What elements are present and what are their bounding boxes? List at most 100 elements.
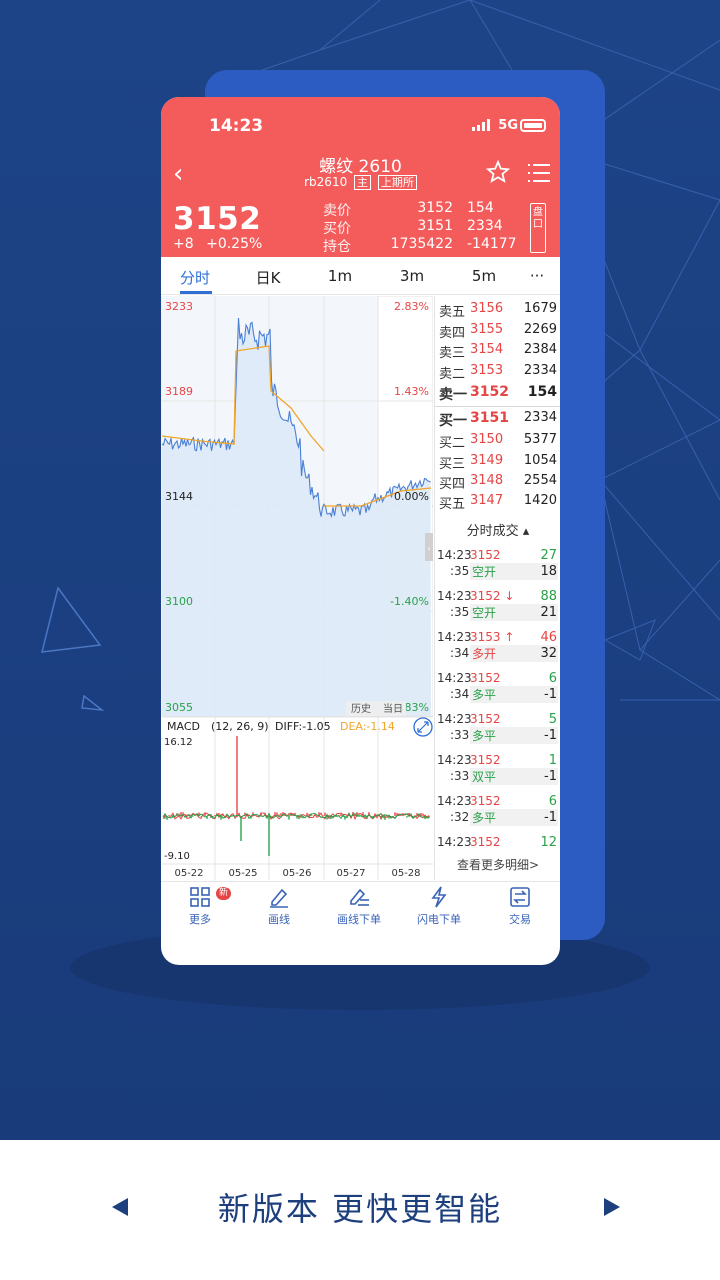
pct-tick: 1.43% [394,385,429,398]
menu-icon[interactable] [528,162,550,184]
trade-volume: 88 [540,589,557,604]
ask-name: 卖三 [439,346,466,361]
macd-min: -9.10 [164,851,190,862]
change-value: +8 [173,236,194,252]
trade-row[interactable]: 14:23 3152 27:35 空开 18 [435,548,560,586]
trade-volume: 5 [548,712,557,727]
date-tick: 05-28 [391,868,420,879]
nav-more[interactable]: 更多 新 [165,886,235,927]
signal-icon [472,119,490,131]
chart-svg: 3233 3189 3144 3100 3055 2.83% 1.43% 0.0… [161,295,434,880]
price-tick: 3100 [165,595,193,608]
trade-row[interactable]: 14:23 3152 6:32 多平 -1 [435,794,560,832]
trade-price: 3152 [470,753,501,767]
ask-price: 3156 [470,301,504,316]
bid-name: 买三 [439,457,466,472]
tab-3m[interactable]: 3m [382,267,442,285]
nav-draw-order[interactable]: 画线下单 [324,886,394,927]
history-label[interactable]: 历史 [351,703,371,715]
ask-price: 3153 [470,363,504,378]
more-details-link[interactable]: 查看更多明细> [435,856,560,873]
trade-row[interactable]: 14:23 3153 ↑ 46:34 多开 32 [435,630,560,668]
current-label[interactable]: 当日 [383,702,403,715]
favorite-star-icon[interactable] [486,160,510,184]
trade-time: 14:23 [437,548,472,562]
ask-price: 3154 [470,342,504,357]
trade-open-interest: -1 [544,728,557,743]
trade-row[interactable]: 14:23 3152 6:34 多平 -1 [435,671,560,709]
orderbook-toggle-button[interactable]: 盘口 [530,203,546,253]
nav-flash-order[interactable]: 闪电下单 [404,886,474,927]
tab-timeshare[interactable]: 分时 [165,267,225,288]
quote-row: 卖价 3152 154 [323,200,523,219]
trade-row[interactable]: 14:23 3152 5:33 多平 -1 [435,712,560,750]
orderbook-toggle-label: 盘口 [533,207,543,230]
trade-open-interest: 21 [540,605,557,620]
trade-time: 14:23 [437,794,472,808]
bid-name: 买二 [439,436,466,451]
quote-value: 3151 [417,218,453,234]
trade-open-interest: 18 [540,564,557,579]
price-change: +8 +0.25% [173,236,262,252]
trade-seconds: :35 [450,605,470,619]
bid-price: 3150 [470,432,504,447]
ask-row[interactable]: 卖一 3152 154 [435,384,560,404]
trade-time: 14:23 [437,671,472,685]
tab-daily-k[interactable]: 日K [238,267,298,288]
ask-row[interactable]: 卖四 3155 2269 [435,322,560,342]
exchange-tag: 上期所 [377,175,417,190]
macd-label: MACD [167,720,200,733]
quote-row: 买价 3151 2334 [323,218,523,237]
macd-bars [162,736,430,856]
bid-volume: 2334 [523,410,557,425]
active-tab-indicator [180,291,212,294]
ask-name: 卖五 [439,305,466,320]
bid-name: 买四 [439,477,466,492]
ask-volume: 1679 [523,301,557,316]
trade-price: 3153 ↑ [470,630,515,644]
ask-row[interactable]: 卖五 3156 1679 [435,301,560,321]
trade-open-interest: -1 [544,687,557,702]
bid-row[interactable]: 买四 3148 2554 [435,473,560,493]
tab-5m[interactable]: 5m [454,267,514,285]
trade-row[interactable]: 14:23 3152 ↓ 88:35 空开 21 [435,589,560,627]
next-arrow-icon[interactable] [602,1196,622,1218]
nav-trade[interactable]: 交易 [485,886,555,927]
bid-row[interactable]: 买三 3149 1054 [435,453,560,473]
date-tick: 05-27 [336,868,365,879]
bid-volume: 1054 [523,453,557,468]
last-price: 3152 [173,201,262,237]
macd-params: (12, 26, 9) [211,720,269,733]
quote-value: 1735422 [390,236,453,252]
ask-name: 卖一 [439,387,467,403]
quote-value-2: -14177 [467,236,517,252]
pct-tick: 0.00% [394,490,429,503]
quote-row: 持仓 1735422 -14177 [323,236,523,255]
date-tick: 05-25 [228,868,257,879]
trade-volume: 6 [548,671,557,686]
price-tick: 3233 [165,300,193,313]
tab-more[interactable]: ··· [507,267,560,285]
battery-icon [520,119,546,132]
ticks-header[interactable]: 分时成交 ▴ [435,520,560,539]
trade-seconds: :33 [450,769,470,783]
ask-row[interactable]: 卖三 3154 2384 [435,342,560,362]
trade-row[interactable]: 14:23 3152 1:33 双平 -1 [435,753,560,791]
nav-draw[interactable]: 画线 [244,886,314,927]
grid-icon [190,887,210,907]
lightning-icon [431,886,447,908]
trade-price: 3152 ↓ [470,589,515,603]
tab-1m[interactable]: 1m [310,267,370,285]
ask-row[interactable]: 卖二 3153 2334 [435,363,560,383]
bid-row[interactable]: 买一 3151 2334 [435,410,560,430]
bid-row[interactable]: 买五 3147 1420 [435,493,560,513]
bid-row[interactable]: 买二 3150 5377 [435,432,560,452]
nav-label: 画线下单 [337,913,381,926]
status-time: 14:23 [209,116,264,136]
quote-value: 3152 [417,200,453,216]
price-chart[interactable]: 3233 3189 3144 3100 3055 2.83% 1.43% 0.0… [161,295,434,880]
trade-icon [510,887,530,907]
trade-volume: 12 [540,835,557,850]
phone-screen: 14:23 5G ‹ 螺纹 2610 rb2610 主 上期所 3152 +8 … [161,97,560,965]
trade-seconds: :35 [450,564,470,578]
